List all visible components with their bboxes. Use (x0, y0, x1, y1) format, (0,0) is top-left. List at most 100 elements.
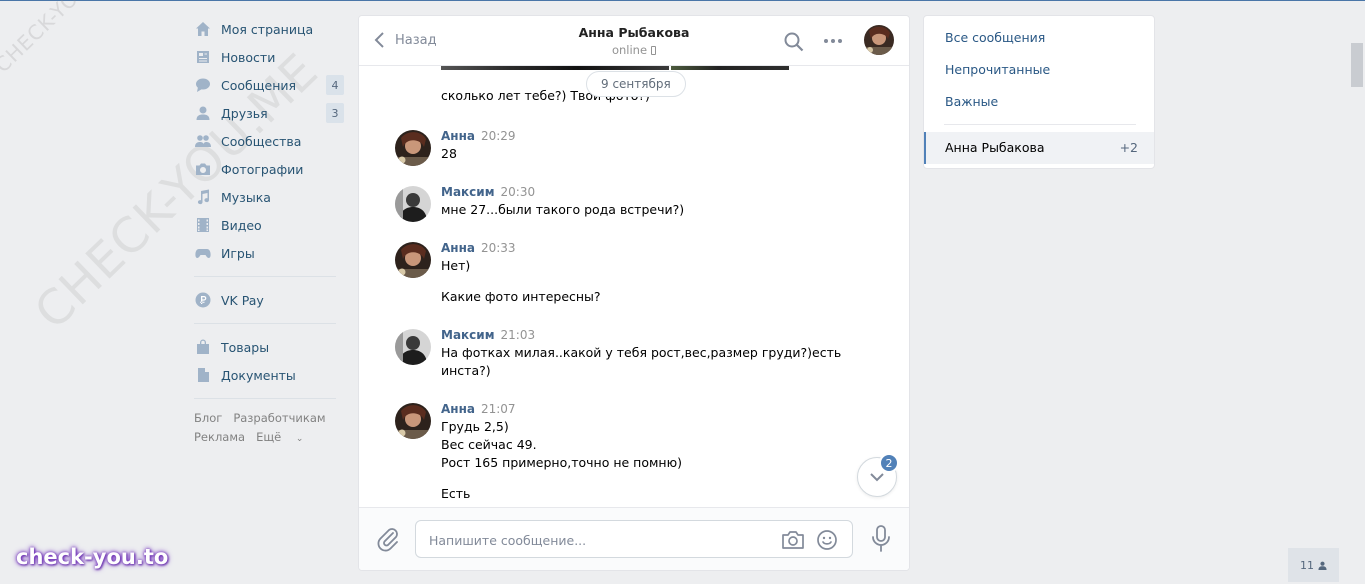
sidebar-item-friends[interactable]: Друзья 3 (192, 99, 344, 127)
friends-count-badge: 3 (326, 103, 344, 123)
message-text: инста?) (441, 363, 491, 378)
camera-icon[interactable] (781, 529, 805, 551)
documents-icon (194, 367, 211, 384)
message-time[interactable]: 20:33 (481, 241, 516, 255)
online-count: 11 (1300, 558, 1314, 572)
sidebar-divider (194, 276, 336, 277)
message-text: 28 (441, 146, 457, 161)
message-text: Какие фото интересны? (441, 289, 601, 304)
message-time[interactable]: 20:30 (501, 185, 536, 199)
avatar[interactable] (395, 242, 431, 278)
avatar[interactable] (395, 329, 431, 365)
message-author[interactable]: Максим (441, 185, 495, 199)
message-text: На фотках милая..какой у тебя рост,вес,р… (441, 345, 842, 360)
sidebar-item-label: Моя страница (221, 21, 314, 37)
peer-avatar[interactable] (864, 25, 894, 55)
message-input[interactable] (429, 530, 769, 550)
sidebar-footer: Блог Разработчикам Реклама Ещё ⌄ (192, 409, 344, 449)
message-author[interactable]: Анна (441, 129, 475, 143)
online-friends-button[interactable]: 11 (1288, 548, 1339, 582)
watermark-small: CHECK-YOU.ME (0, 0, 123, 78)
sidebar-item-label: Новости (221, 49, 276, 65)
footer-link-developers[interactable]: Разработчикам (233, 411, 325, 425)
message-text: Рост 165 примерно,точно не помню) (441, 455, 682, 470)
filter-important[interactable]: Важные (945, 94, 998, 109)
sidebar-item-documents[interactable]: Документы (192, 361, 344, 389)
photo-attachment-strip[interactable] (441, 66, 789, 70)
chevron-down-icon: ⌄ (295, 434, 304, 444)
message-author[interactable]: Анна (441, 241, 475, 255)
sidebar-item-label: Документы (221, 367, 296, 383)
filter-unread[interactable]: Непрочитанные (945, 62, 1050, 77)
sidebar-item-label: Товары (221, 339, 270, 355)
message-author[interactable]: Максим (441, 328, 495, 342)
sidebar-item-my-page[interactable]: Моя страница (192, 15, 344, 43)
message-text: Грудь 2,5) (441, 419, 509, 434)
sidebar-item-label: Сообщества (221, 133, 302, 149)
chat-header: Назад Анна Рыбакова online (359, 16, 909, 66)
message-text: Нет) (441, 258, 471, 273)
sidebar-item-label: Видео (221, 217, 262, 233)
panel-divider (944, 124, 1136, 125)
sidebar-item-label: Музыка (221, 189, 271, 205)
avatar[interactable] (395, 130, 431, 166)
emoji-icon[interactable] (815, 528, 839, 552)
sidebar-item-label: VK Pay (221, 292, 264, 308)
active-dialog-name: Анна Рыбакова (945, 140, 1045, 155)
sidebar-item-goods[interactable]: Товары (192, 333, 344, 361)
message-text: мне 27...были такого рода встречи?) (441, 202, 685, 217)
goods-icon (194, 339, 211, 356)
footer-more-label: Ещё (256, 430, 282, 444)
page-scrollbar-thumb[interactable] (1351, 43, 1363, 87)
filter-all-messages[interactable]: Все сообщения (945, 30, 1045, 45)
footer-link-ads[interactable]: Реклама (194, 430, 245, 444)
video-icon (194, 217, 211, 234)
microphone-icon[interactable] (868, 524, 894, 554)
message-text: Есть (441, 486, 471, 501)
sidebar-item-vkpay[interactable]: VK Pay (192, 286, 344, 314)
news-icon (194, 49, 211, 66)
chevron-down-icon (870, 473, 884, 482)
sidebar-item-label: Друзья (221, 105, 268, 121)
sidebar-item-messages[interactable]: Сообщения 4 (192, 71, 344, 99)
message-time[interactable]: 21:03 (501, 328, 536, 342)
message-composer (359, 507, 909, 570)
home-icon (194, 21, 211, 38)
left-sidebar: Моя страница Новости Сообщения 4 Друзья … (192, 15, 344, 449)
more-options-icon[interactable] (821, 31, 845, 51)
message-time[interactable]: 20:29 (481, 129, 516, 143)
messages-count-badge: 4 (326, 75, 344, 95)
music-icon (194, 189, 211, 206)
top-accent-line (0, 0, 1365, 1)
vkpay-icon (194, 292, 211, 309)
mobile-icon (651, 46, 657, 55)
attach-icon[interactable] (376, 526, 400, 552)
sidebar-item-games[interactable]: Игры (192, 239, 344, 267)
communities-icon (194, 133, 211, 150)
message-history[interactable]: 9 сентября сколько лет тебе?) Твои фото?… (359, 66, 909, 508)
games-icon (194, 245, 211, 262)
footer-link-more[interactable]: Ещё ⌄ (256, 430, 314, 444)
sidebar-item-label: Фотографии (221, 161, 304, 177)
sidebar-item-photos[interactable]: Фотографии (192, 155, 344, 183)
avatar[interactable] (395, 186, 431, 222)
sidebar-item-music[interactable]: Музыка (192, 183, 344, 211)
footer-link-blog[interactable]: Блог (194, 411, 222, 425)
sidebar-item-video[interactable]: Видео (192, 211, 344, 239)
message-text: Вес сейчас 49. (441, 437, 537, 452)
message-time[interactable]: 21:07 (481, 402, 516, 416)
messages-icon (194, 77, 211, 94)
unread-count-badge: 2 (879, 453, 899, 473)
search-icon[interactable] (783, 31, 805, 53)
message-input-wrapper (415, 520, 853, 558)
avatar[interactable] (395, 403, 431, 439)
active-dialog-item[interactable]: Анна Рыбакова +2 (924, 132, 1154, 164)
dialog-filter-panel: Все сообщения Непрочитанные Важные Анна … (923, 15, 1155, 169)
chat-panel: Назад Анна Рыбакова online 9 сентября ск… (358, 15, 910, 571)
friends-icon (194, 105, 211, 122)
message-author[interactable]: Анна (441, 402, 475, 416)
watermark-brand: check-you.to (16, 545, 169, 569)
sidebar-item-communities[interactable]: Сообщества (192, 127, 344, 155)
sidebar-item-label: Игры (221, 245, 255, 261)
sidebar-item-news[interactable]: Новости (192, 43, 344, 71)
